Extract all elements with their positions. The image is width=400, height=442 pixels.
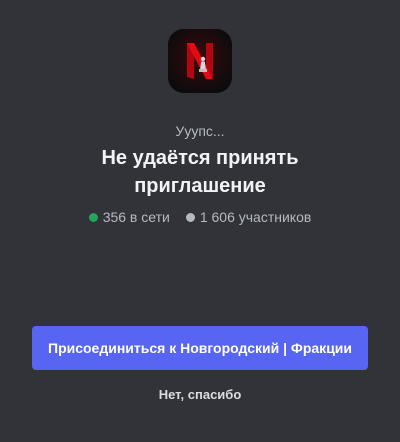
join-server-button[interactable]: Присоединиться к Новгородский | Фракции [32,326,368,370]
error-title: Не удаётся принять приглашение [40,144,360,200]
members-status-icon [185,212,195,222]
error-title-line-1: Не удаётся принять [101,147,299,169]
member-count-label: 1 606 участников [199,209,312,225]
online-count-label: 356 в сети [102,209,170,225]
error-subtitle: Ууупс... [175,123,225,139]
netflix-n-icon [168,29,232,93]
member-count: 1 606 участников [185,207,312,227]
error-title-line-2: приглашение [134,175,266,197]
server-icon [168,29,232,93]
decline-link[interactable]: Нет, спасибо [0,386,400,404]
online-status-icon [88,212,98,222]
server-stats: 356 в сети 1 606 участников [0,207,400,227]
invite-modal: Ууупс... Не удаётся принять приглашение … [0,0,400,442]
online-count: 356 в сети [88,207,170,227]
